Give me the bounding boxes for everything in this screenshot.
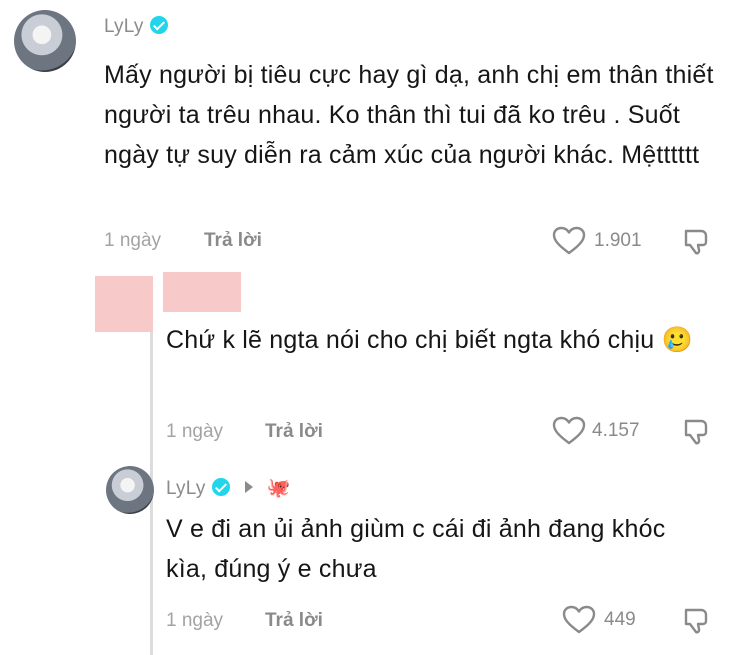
heart-icon <box>552 416 586 445</box>
username-text[interactable]: LyLy <box>166 478 206 499</box>
redacted-username <box>163 272 241 312</box>
heart-icon <box>552 226 586 255</box>
thumbs-down-icon[interactable] <box>682 416 712 446</box>
avatar[interactable] <box>14 10 76 72</box>
comment-text: Mấy người bị tiêu cực hay gì dạ, anh chị… <box>104 61 714 169</box>
comment-time: 1 ngày <box>166 610 224 631</box>
reply-to-emoji: 🐙 <box>266 478 291 499</box>
reply-button[interactable]: Trả lời <box>204 230 262 252</box>
username[interactable]: LyLy 🐙 <box>166 476 290 500</box>
username-text[interactable]: LyLy <box>104 16 144 37</box>
like-button[interactable]: 1.901 <box>552 226 652 256</box>
verified-badge-icon <box>211 478 230 496</box>
like-count: 449 <box>604 609 636 630</box>
reply-button[interactable]: Trả lời <box>265 421 323 443</box>
thumbs-down-icon[interactable] <box>682 605 712 635</box>
like-count: 1.901 <box>594 230 642 251</box>
comment-text: Chứ k lẽ ngta nói cho chị biết ngta khó … <box>166 326 693 354</box>
verified-badge-icon <box>149 16 168 34</box>
username[interactable]: LyLy <box>104 16 168 38</box>
comment-time: 1 ngày <box>166 421 224 442</box>
like-count: 4.157 <box>592 420 640 441</box>
play-arrow-icon <box>245 481 254 493</box>
reply-button[interactable]: Trả lời <box>265 610 323 632</box>
like-button[interactable]: 4.157 <box>552 416 652 446</box>
avatar[interactable] <box>106 466 154 514</box>
comment-time: 1 ngày <box>104 230 162 251</box>
like-button[interactable]: 449 <box>562 605 652 635</box>
comment-text: V e đi an ủi ảnh giùm c cái đi ảnh đang … <box>166 515 666 583</box>
thumbs-down-icon[interactable] <box>682 226 712 256</box>
redacted-avatar <box>95 276 153 332</box>
heart-icon <box>562 605 596 634</box>
